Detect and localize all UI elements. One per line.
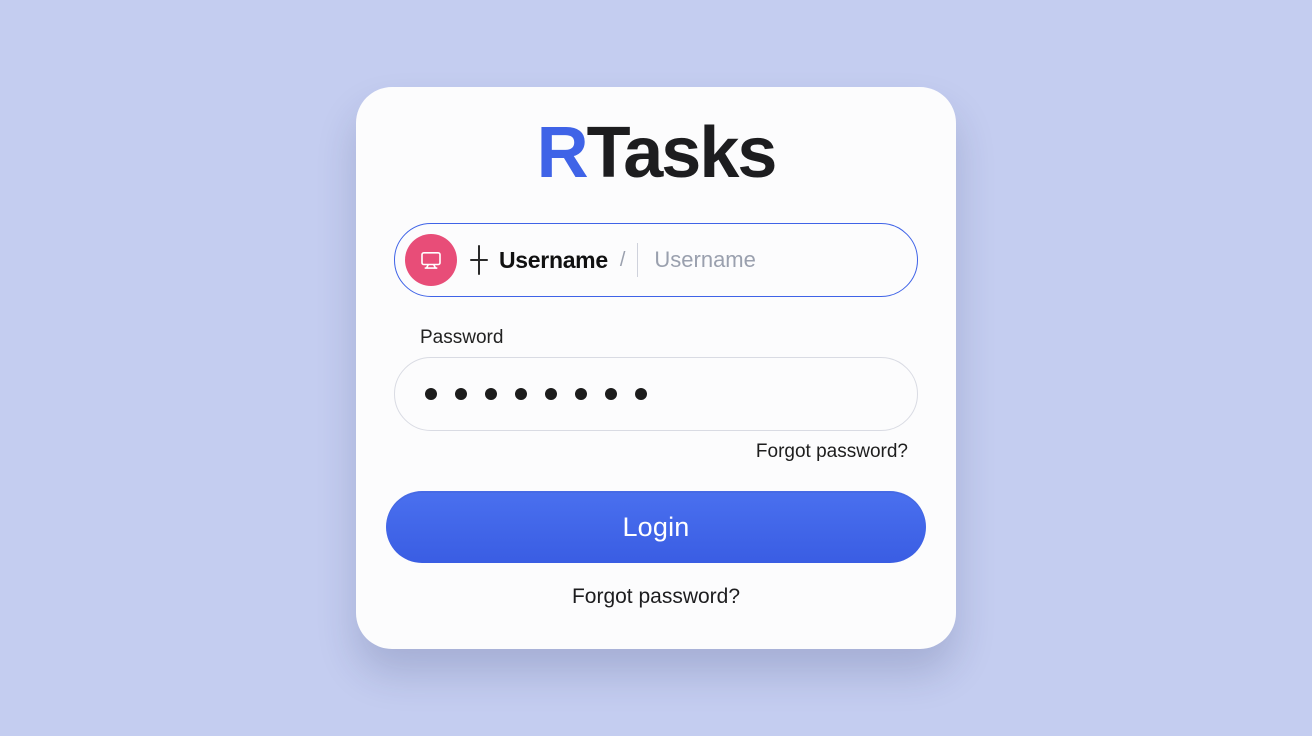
password-dot <box>575 388 587 400</box>
brand-logo: RTasks <box>386 117 926 189</box>
password-dot <box>425 388 437 400</box>
password-dot <box>455 388 467 400</box>
password-dot <box>635 388 647 400</box>
plus-icon <box>467 245 491 275</box>
brand-prefix: R <box>537 117 587 189</box>
password-block: Password Forgot password? <box>394 327 918 463</box>
username-input[interactable] <box>652 246 897 274</box>
password-dot <box>605 388 617 400</box>
username-label: Username <box>499 247 608 274</box>
text-cursor-icon <box>637 243 638 277</box>
user-avatar-icon <box>405 234 457 286</box>
forgot-password-link-inline[interactable]: Forgot password? <box>756 441 908 462</box>
password-dot <box>545 388 557 400</box>
password-label: Password <box>420 327 918 349</box>
username-separator: / <box>620 249 626 272</box>
password-field[interactable] <box>394 357 918 431</box>
login-card: RTasks Username / Password Forgot <box>356 87 956 649</box>
username-field[interactable]: Username / <box>394 223 918 297</box>
login-button[interactable]: Login <box>386 491 926 563</box>
password-dot <box>515 388 527 400</box>
brand-name: Tasks <box>587 117 776 189</box>
password-dot <box>485 388 497 400</box>
forgot-password-link-center[interactable]: Forgot password? <box>572 585 740 608</box>
